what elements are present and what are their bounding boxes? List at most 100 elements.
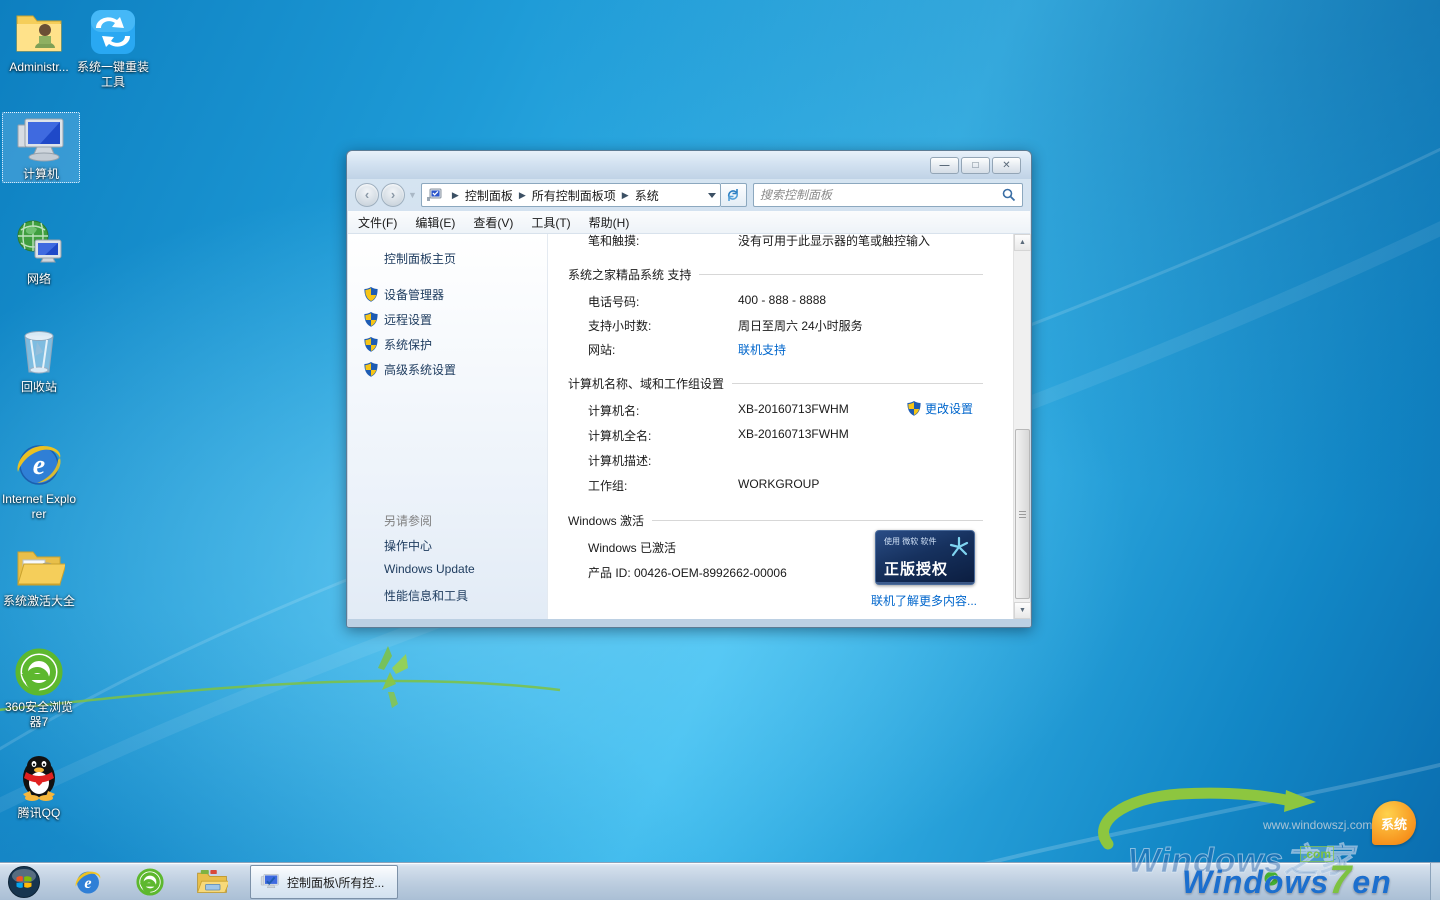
system-tray[interactable] (1264, 871, 1322, 886)
scrollbar-thumb[interactable] (1015, 429, 1030, 599)
sidebar-item-action-center[interactable]: 操作中心 (384, 537, 432, 554)
address-dropdown-icon[interactable] (708, 193, 716, 198)
breadcrumb[interactable]: ▶ 控制面板 ▶ 所有控制面板项 ▶ 系统 (421, 183, 721, 207)
svg-text:e: e (33, 450, 45, 481)
sidebar-item-control-panel-home[interactable]: 控制面板主页 (384, 250, 456, 267)
sidebar-item-device-manager[interactable]: 设备管理器 (384, 286, 444, 303)
vertical-scrollbar[interactable]: ▲ ▼ (1013, 234, 1030, 619)
desktop-icon-computer[interactable]: 计算机 (2, 112, 80, 183)
taskbar-360-browser-icon[interactable] (128, 865, 172, 899)
back-button[interactable]: ‹ (355, 183, 379, 207)
crumb-all-items[interactable]: 所有控制面板项 (532, 187, 616, 204)
badge-line1: 使用 微软 软件 (884, 536, 936, 547)
window-body: 控制面板主页 设备管理器 远程设置 系统保护 高级系统设置 另请参阅 (348, 234, 1030, 619)
svg-text:e: e (84, 875, 91, 892)
full-name-row: 计算机全名: XB-20160713FWHM (588, 427, 983, 444)
hours-row: 支持小时数: 周日至周六 24小时服务 (588, 317, 983, 334)
phone-row: 电话号码: 400 - 888 - 8888 (588, 293, 983, 310)
desktop: Administr... 系统一键重装工具 计算机 (0, 0, 1440, 900)
desktop-icon-360-browser[interactable]: 360安全浏览器7 (0, 646, 78, 730)
crumb-separator: ▶ (452, 190, 459, 201)
system-page-content: 笔和触摸: 没有可用于此显示器的笔或触控输入 系统之家精品系统 支持 电话号码:… (548, 234, 1013, 619)
icon-label: 系统一键重装工具 (74, 60, 152, 90)
desktop-icon-qq[interactable]: 腾讯QQ (0, 752, 78, 821)
taskbar-explorer-icon[interactable] (190, 865, 234, 899)
navigation-bar: ‹ › ▼ ▶ 控制面板 ▶ 所有控制面板项 ▶ 系统 (347, 179, 1031, 211)
menu-bar: 文件(F) 编辑(E) 查看(V) 工具(T) 帮助(H) (348, 211, 1030, 234)
sidebar-item-windows-update[interactable]: Windows Update (384, 562, 475, 576)
crumb-separator: ▶ (519, 190, 526, 201)
uac-shield-icon (364, 337, 378, 352)
field-value: XB-20160713FWHM (738, 427, 849, 444)
search-input[interactable] (760, 188, 1002, 202)
watermark-swoosh-icon (1090, 782, 1330, 852)
description-row: 计算机描述: (588, 452, 983, 469)
task-button-label: 控制面板\所有控... (287, 874, 384, 891)
desktop-icon-recycle-bin[interactable]: 回收站 (0, 326, 78, 395)
badge-line3: 安全 稳定 声誉 (876, 582, 974, 585)
field-label: 支持小时数: (588, 317, 738, 334)
uac-shield-icon (364, 362, 378, 377)
sidebar-item-label: 系统保护 (384, 336, 432, 353)
taskbar-ie-icon[interactable]: e (66, 865, 110, 899)
forward-button[interactable]: › (381, 183, 405, 207)
watermark-bubble: 系统 (1372, 801, 1416, 845)
icon-label: 计算机 (3, 167, 79, 182)
field-value: XB-20160713FWHM (738, 402, 849, 419)
scroll-down-button[interactable]: ▼ (1014, 602, 1031, 619)
icon-label: Administr... (0, 60, 78, 75)
tray-network-icon[interactable] (1287, 872, 1301, 885)
desktop-icon-network[interactable]: 网络 (0, 218, 78, 287)
activation-folder-icon (13, 540, 65, 592)
desktop-icon-activation-folder[interactable]: 系统激活大全 (0, 540, 78, 609)
start-button[interactable] (2, 865, 46, 899)
menu-help[interactable]: 帮助(H) (589, 214, 630, 231)
icon-label: Internet Explorer (0, 492, 78, 522)
change-settings-link[interactable]: 更改设置 (925, 400, 973, 417)
taskbar-task-control-panel[interactable]: 控制面板\所有控... (250, 865, 398, 899)
tray-volume-icon[interactable] (1309, 872, 1322, 885)
desktop-icon-internet-explorer[interactable]: e Internet Explorer (0, 438, 78, 522)
desktop-icon-administrator[interactable]: Administr... (0, 6, 78, 75)
field-label: 计算机全名: (588, 427, 738, 444)
maximize-button[interactable]: □ (961, 157, 990, 174)
show-desktop-button[interactable] (1430, 863, 1440, 900)
desktop-icon-reinstall-tool[interactable]: 系统一键重装工具 (74, 6, 152, 90)
search-box[interactable] (753, 183, 1023, 207)
sidebar-item-advanced-settings[interactable]: 高级系统设置 (384, 361, 456, 378)
menu-view[interactable]: 查看(V) (473, 214, 513, 231)
activation-section-heading: Windows 激活 (568, 512, 983, 529)
history-dropdown-icon[interactable]: ▼ (408, 190, 417, 200)
crumb-control-panel[interactable]: 控制面板 (465, 187, 513, 204)
field-value: WORKGROUP (738, 477, 819, 494)
minimize-button[interactable]: — (930, 157, 959, 174)
window-titlebar[interactable]: — □ ✕ (347, 151, 1031, 179)
field-label: 电话号码: (588, 293, 738, 310)
tray-safety-check-icon[interactable] (1264, 871, 1279, 886)
scroll-up-button[interactable]: ▲ (1014, 234, 1031, 251)
learn-more-online-link[interactable]: 联机了解更多内容... (871, 592, 977, 609)
pen-touch-row: 笔和触摸: 没有可用于此显示器的笔或触控输入 (588, 232, 983, 249)
recycle-bin-icon (13, 326, 65, 378)
sidebar-item-system-protection[interactable]: 系统保护 (384, 336, 432, 353)
field-value: 周日至周六 24小时服务 (738, 317, 863, 334)
icon-label: 腾讯QQ (0, 806, 78, 821)
refresh-button[interactable] (721, 183, 747, 207)
close-button[interactable]: ✕ (992, 157, 1021, 174)
product-id: 产品 ID: 00426-OEM-8992662-00006 (588, 564, 787, 581)
genuine-microsoft-badge[interactable]: 使用 微软 软件 正版授权 安全 稳定 声誉 (875, 530, 975, 585)
online-support-link[interactable]: 联机支持 (738, 341, 786, 358)
sidebar-item-performance-tools[interactable]: 性能信息和工具 (384, 587, 468, 604)
sidebar-item-remote-settings[interactable]: 远程设置 (384, 311, 432, 328)
icon-label: 系统激活大全 (0, 594, 78, 609)
field-label: 工作组: (588, 477, 738, 494)
menu-edit[interactable]: 编辑(E) (415, 214, 455, 231)
menu-file[interactable]: 文件(F) (358, 214, 397, 231)
uac-shield-icon (364, 312, 378, 327)
change-settings[interactable]: 更改设置 (907, 400, 973, 417)
menu-tools[interactable]: 工具(T) (531, 214, 570, 231)
qq-icon (13, 752, 65, 804)
crumb-system[interactable]: 系统 (635, 187, 659, 204)
badge-line2: 正版授权 (876, 558, 974, 579)
system-window: — □ ✕ ‹ › ▼ ▶ 控制面板 ▶ 所有控制面板项 ▶ (346, 150, 1032, 628)
